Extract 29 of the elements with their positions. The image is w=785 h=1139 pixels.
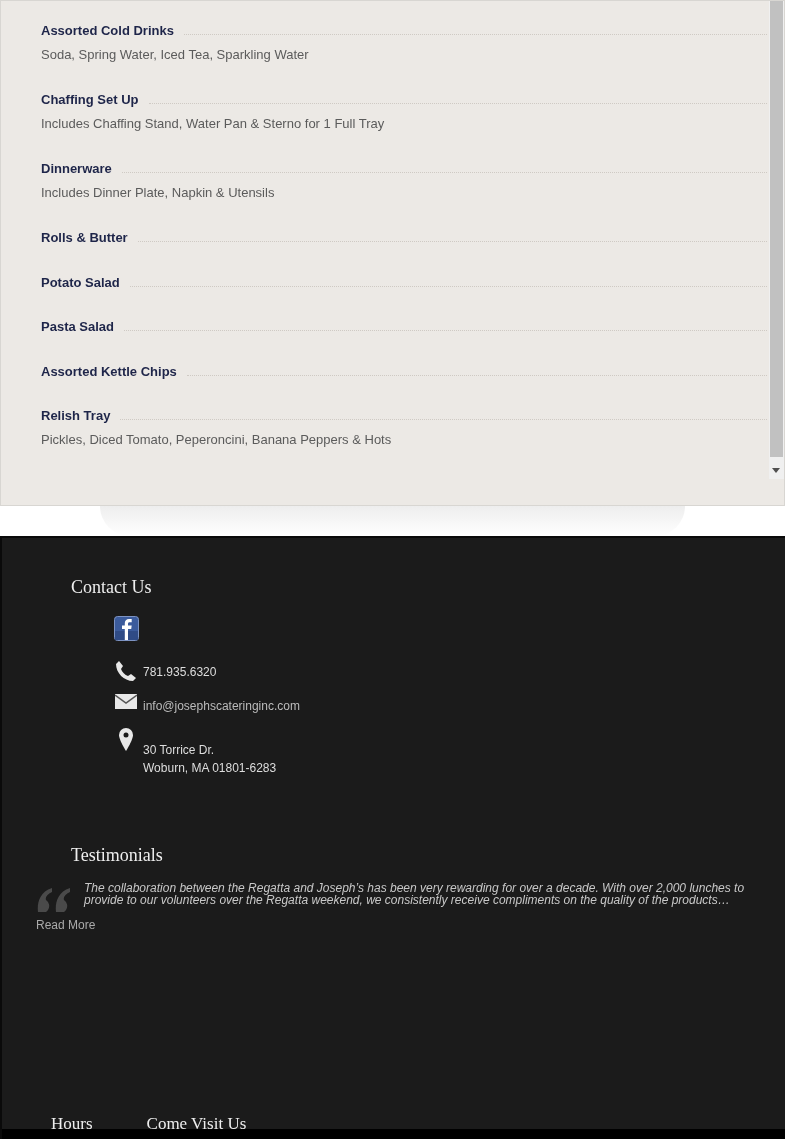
email-link[interactable]: info@josephscateringinc.com <box>143 697 300 715</box>
phone-number: 781.935.6320 <box>143 664 217 681</box>
scrollbar[interactable] <box>769 1 784 479</box>
item-description: Soda, Spring Water, Iced Tea, Sparkling Water <box>41 46 310 63</box>
section-heading: Hours <box>51 1114 93 1134</box>
phone-icon <box>115 660 137 682</box>
testimonial-quote: The collaboration between the Regatta and Joseph’s has been very rewarding for over a decade. With over 2,000 lunches to provide to our volunteers over the Regatta weekend, we consistently receive compliments on the quality of the products… <box>84 882 746 909</box>
scrollbar-thumb[interactable] <box>770 1 783 457</box>
scroll-down-icon[interactable] <box>772 468 780 473</box>
item-name: Chaffing Set Up <box>41 91 139 108</box>
read-more-link[interactable]: Read More <box>36 916 96 934</box>
address-line: 30 Torrice Dr. <box>143 742 216 759</box>
item-description: Includes Chaffing Stand, Water Pan & Sterno for 1 Full Tray <box>41 115 386 132</box>
section-heading: Testimonials <box>71 844 164 866</box>
item-name: Potato Salad <box>41 273 120 291</box>
item-name: Pasta Salad <box>41 318 114 335</box>
item-name: Relish Tray <box>41 407 111 424</box>
map-pin-icon <box>119 728 133 751</box>
item-description: Includes Dinner Plate, Napkin & Utensils <box>41 184 276 201</box>
section-heading: Come Visit Us <box>146 1114 247 1134</box>
item-name: Assorted Kettle Chips <box>41 362 177 380</box>
section-heading: Contact Us <box>71 576 153 598</box>
facebook-icon[interactable] <box>113 616 139 641</box>
envelope-icon <box>115 694 137 709</box>
address-line: Woburn, MA 01801-6283 <box>143 760 277 777</box>
item-description: Pickles, Diced Tomato, Peperoncini, Banana Peppers & Hots <box>41 431 393 448</box>
item-name: Assorted Cold Drinks <box>41 22 174 39</box>
item-name: Dinnerware <box>41 160 112 177</box>
item-name: Rolls & Butter <box>41 229 128 246</box>
